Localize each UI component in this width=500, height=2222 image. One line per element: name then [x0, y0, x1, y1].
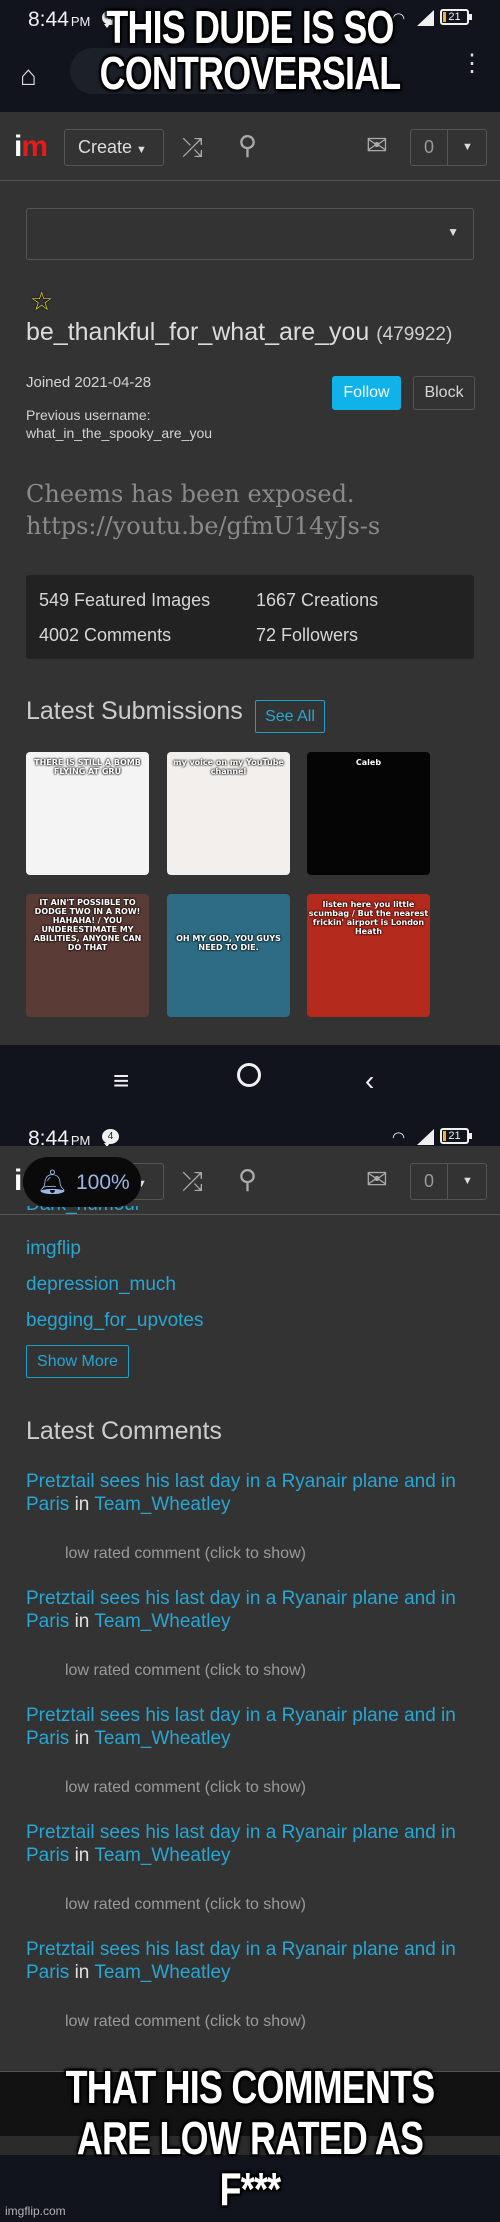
submission-thumbnail[interactable]: THERE IS STILL A BOMB FLYING AT GRU [26, 752, 149, 875]
home-circle-icon[interactable] [237, 1063, 261, 1087]
thumbnail-caption: IT AIN'T POSSIBLE TO DODGE TWO IN A ROW!… [33, 898, 142, 952]
chevron-down-icon: ▼ [136, 144, 147, 156]
show-more-button[interactable]: Show More [26, 1345, 129, 1378]
shuffle-icon[interactable]: ⤮ [182, 132, 203, 164]
create-dropdown[interactable]: Create▼ [64, 129, 164, 166]
see-all-button[interactable]: See All [255, 700, 325, 733]
low-rated-comment-toggle[interactable]: low rated comment (click to show) [65, 1545, 306, 1563]
previous-username: Previous username: what_in_the_spooky_ar… [26, 407, 213, 441]
imgflip-logo[interactable]: im [14, 130, 48, 164]
tag-link-begging-for-upvotes[interactable]: begging_for_upvotes [26, 1310, 203, 1332]
comment-stream-link[interactable]: Team_Wheatley [94, 1728, 230, 1749]
stat-creations[interactable]: 1667 Creations [256, 590, 378, 611]
low-rated-comment-toggle[interactable]: low rated comment (click to show) [65, 2013, 306, 2031]
tag-link-imgflip[interactable]: imgflip [26, 1238, 81, 1260]
recent-apps-icon[interactable]: ≡ [113, 1065, 129, 1097]
chevron-down-icon[interactable]: ▼ [449, 1164, 486, 1199]
mail-icon[interactable]: ✉ [366, 1164, 388, 1195]
wifi-icon: ◠ [392, 1129, 406, 1146]
comment-title: Pretztail sees his last day in a Ryanair… [26, 1587, 474, 1633]
comment-post-link[interactable]: Pretztail sees his last day in a Ryanair… [26, 1939, 456, 1983]
submission-thumbnail[interactable]: OH MY GOD, YOU GUYS NEED TO DIE. [167, 894, 290, 1017]
profile-username: be_thankful_for_what_are_you (479922) [26, 318, 453, 346]
comment-in-label: in [74, 1728, 90, 1749]
comment-in-label: in [74, 1845, 90, 1866]
bio-link[interactable]: https://youtu.be/gfmU14yJs-s [26, 510, 380, 542]
more-options-icon[interactable]: ⋮ [460, 52, 484, 76]
thumbnail-caption: OH MY GOD, YOU GUYS NEED TO DIE. [176, 934, 281, 952]
comment-in-label: in [74, 1962, 90, 1983]
thumbnail-caption: Caleb [355, 758, 382, 767]
chevron-down-icon: ▼ [447, 225, 459, 239]
comment-title: Pretztail sees his last day in a Ryanair… [26, 1938, 474, 1984]
latest-submissions-heading: Latest Submissions [26, 697, 243, 725]
stat-featured-images[interactable]: 549 Featured Images [39, 590, 210, 611]
notification-count: 0 [411, 130, 448, 165]
notification-count: 0 [411, 1164, 448, 1199]
shuffle-icon[interactable]: ⤮ [182, 1166, 203, 1198]
home-icon[interactable]: ⌂ [20, 60, 37, 92]
comment-stream-link[interactable]: Team_Wheatley [94, 1494, 230, 1515]
comment-post-link[interactable]: Pretztail sees his last day in a Ryanair… [26, 1588, 456, 1632]
back-icon[interactable]: ‹ [365, 1065, 374, 1097]
search-icon[interactable]: ⚲ [238, 130, 257, 161]
android-navigation-bar: ≡ ‹ [0, 1045, 500, 1119]
message-notification-icon: 4 [102, 1129, 119, 1147]
volume-percent: 100% [76, 1171, 130, 1194]
tag-link-depression-much[interactable]: depression_much [26, 1274, 176, 1296]
submission-thumbnail[interactable]: Caleb [307, 752, 430, 875]
battery-icon: 21 [440, 1128, 472, 1144]
notifications-dropdown[interactable]: 0 ▼ [410, 1163, 487, 1200]
block-button[interactable]: Block [413, 376, 475, 410]
comment-post-link[interactable]: Pretztail sees his last day in a Ryanair… [26, 1471, 456, 1515]
comment-title: Pretztail sees his last day in a Ryanair… [26, 1704, 474, 1750]
joined-date: Joined 2021-04-28 [26, 374, 152, 391]
site-navbar: im Create ▼ ⤮ ⚲ ✉ 0 ▼ [0, 112, 500, 181]
low-rated-comment-toggle[interactable]: low rated comment (click to show) [65, 1896, 306, 1914]
submission-thumbnail[interactable]: listen here you little scumbag / But the… [307, 894, 430, 1017]
volume-toast: 🔔︎ 100% [23, 1157, 141, 1207]
notifications-dropdown[interactable]: 0 ▼ [410, 129, 487, 166]
thumbnail-caption: my voice on my YouTube channel [173, 758, 284, 776]
comment-stream-link[interactable]: Team_Wheatley [94, 1845, 230, 1866]
thumbnail-caption: listen here you little scumbag / But the… [308, 900, 429, 936]
profile-points: (479922) [376, 324, 453, 345]
submission-thumbnail[interactable]: my voice on my YouTube channel [167, 752, 290, 875]
comment-in-label: in [74, 1494, 90, 1515]
comment-in-label: in [74, 1611, 90, 1632]
chevron-down-icon[interactable]: ▼ [449, 130, 486, 165]
low-rated-comment-toggle[interactable]: low rated comment (click to show) [65, 1779, 306, 1797]
comment-title: Pretztail sees his last day in a Ryanair… [26, 1470, 474, 1516]
thumbnail-caption: THERE IS STILL A BOMB FLYING AT GRU [34, 758, 141, 776]
meme-top-caption: THIS DUDE IS SO CONTROVERSIAL [99, 1, 402, 99]
latest-comments-heading: Latest Comments [26, 1417, 222, 1445]
signal-icon [417, 1129, 434, 1145]
bell-icon: 🔔︎ [37, 1169, 68, 1196]
comment-stream-link[interactable]: Team_Wheatley [94, 1611, 230, 1632]
comment-post-link[interactable]: Pretztail sees his last day in a Ryanair… [26, 1822, 456, 1866]
stat-followers[interactable]: 72 Followers [256, 625, 358, 646]
imgflip-watermark: imgflip.com [5, 2204, 66, 2218]
submission-thumbnail[interactable]: IT AIN'T POSSIBLE TO DODGE TWO IN A ROW!… [26, 894, 149, 1017]
comment-title: Pretztail sees his last day in a Ryanair… [26, 1821, 474, 1867]
comment-stream-link[interactable]: Team_Wheatley [94, 1962, 230, 1983]
profile-bio: Cheems has been exposed. https://youtu.b… [26, 480, 381, 542]
follow-button[interactable]: Follow [332, 376, 401, 410]
mail-icon[interactable]: ✉ [366, 130, 388, 161]
profile-stats: 549 Featured Images 1667 Creations 4002 … [26, 575, 474, 659]
profile-section-select[interactable]: ▼ [26, 208, 474, 260]
low-rated-comment-toggle[interactable]: low rated comment (click to show) [65, 1662, 306, 1680]
search-icon[interactable]: ⚲ [238, 1164, 257, 1195]
comment-post-link[interactable]: Pretztail sees his last day in a Ryanair… [26, 1705, 456, 1749]
meme-bottom-caption: THAT HIS COMMENTS ARE LOW RATED AS F*** [65, 2061, 436, 2215]
tag-link-partial[interactable]: Dark_humour [26, 1206, 141, 1216]
star-icon: ☆ [30, 286, 54, 316]
stat-comments[interactable]: 4002 Comments [39, 625, 171, 646]
